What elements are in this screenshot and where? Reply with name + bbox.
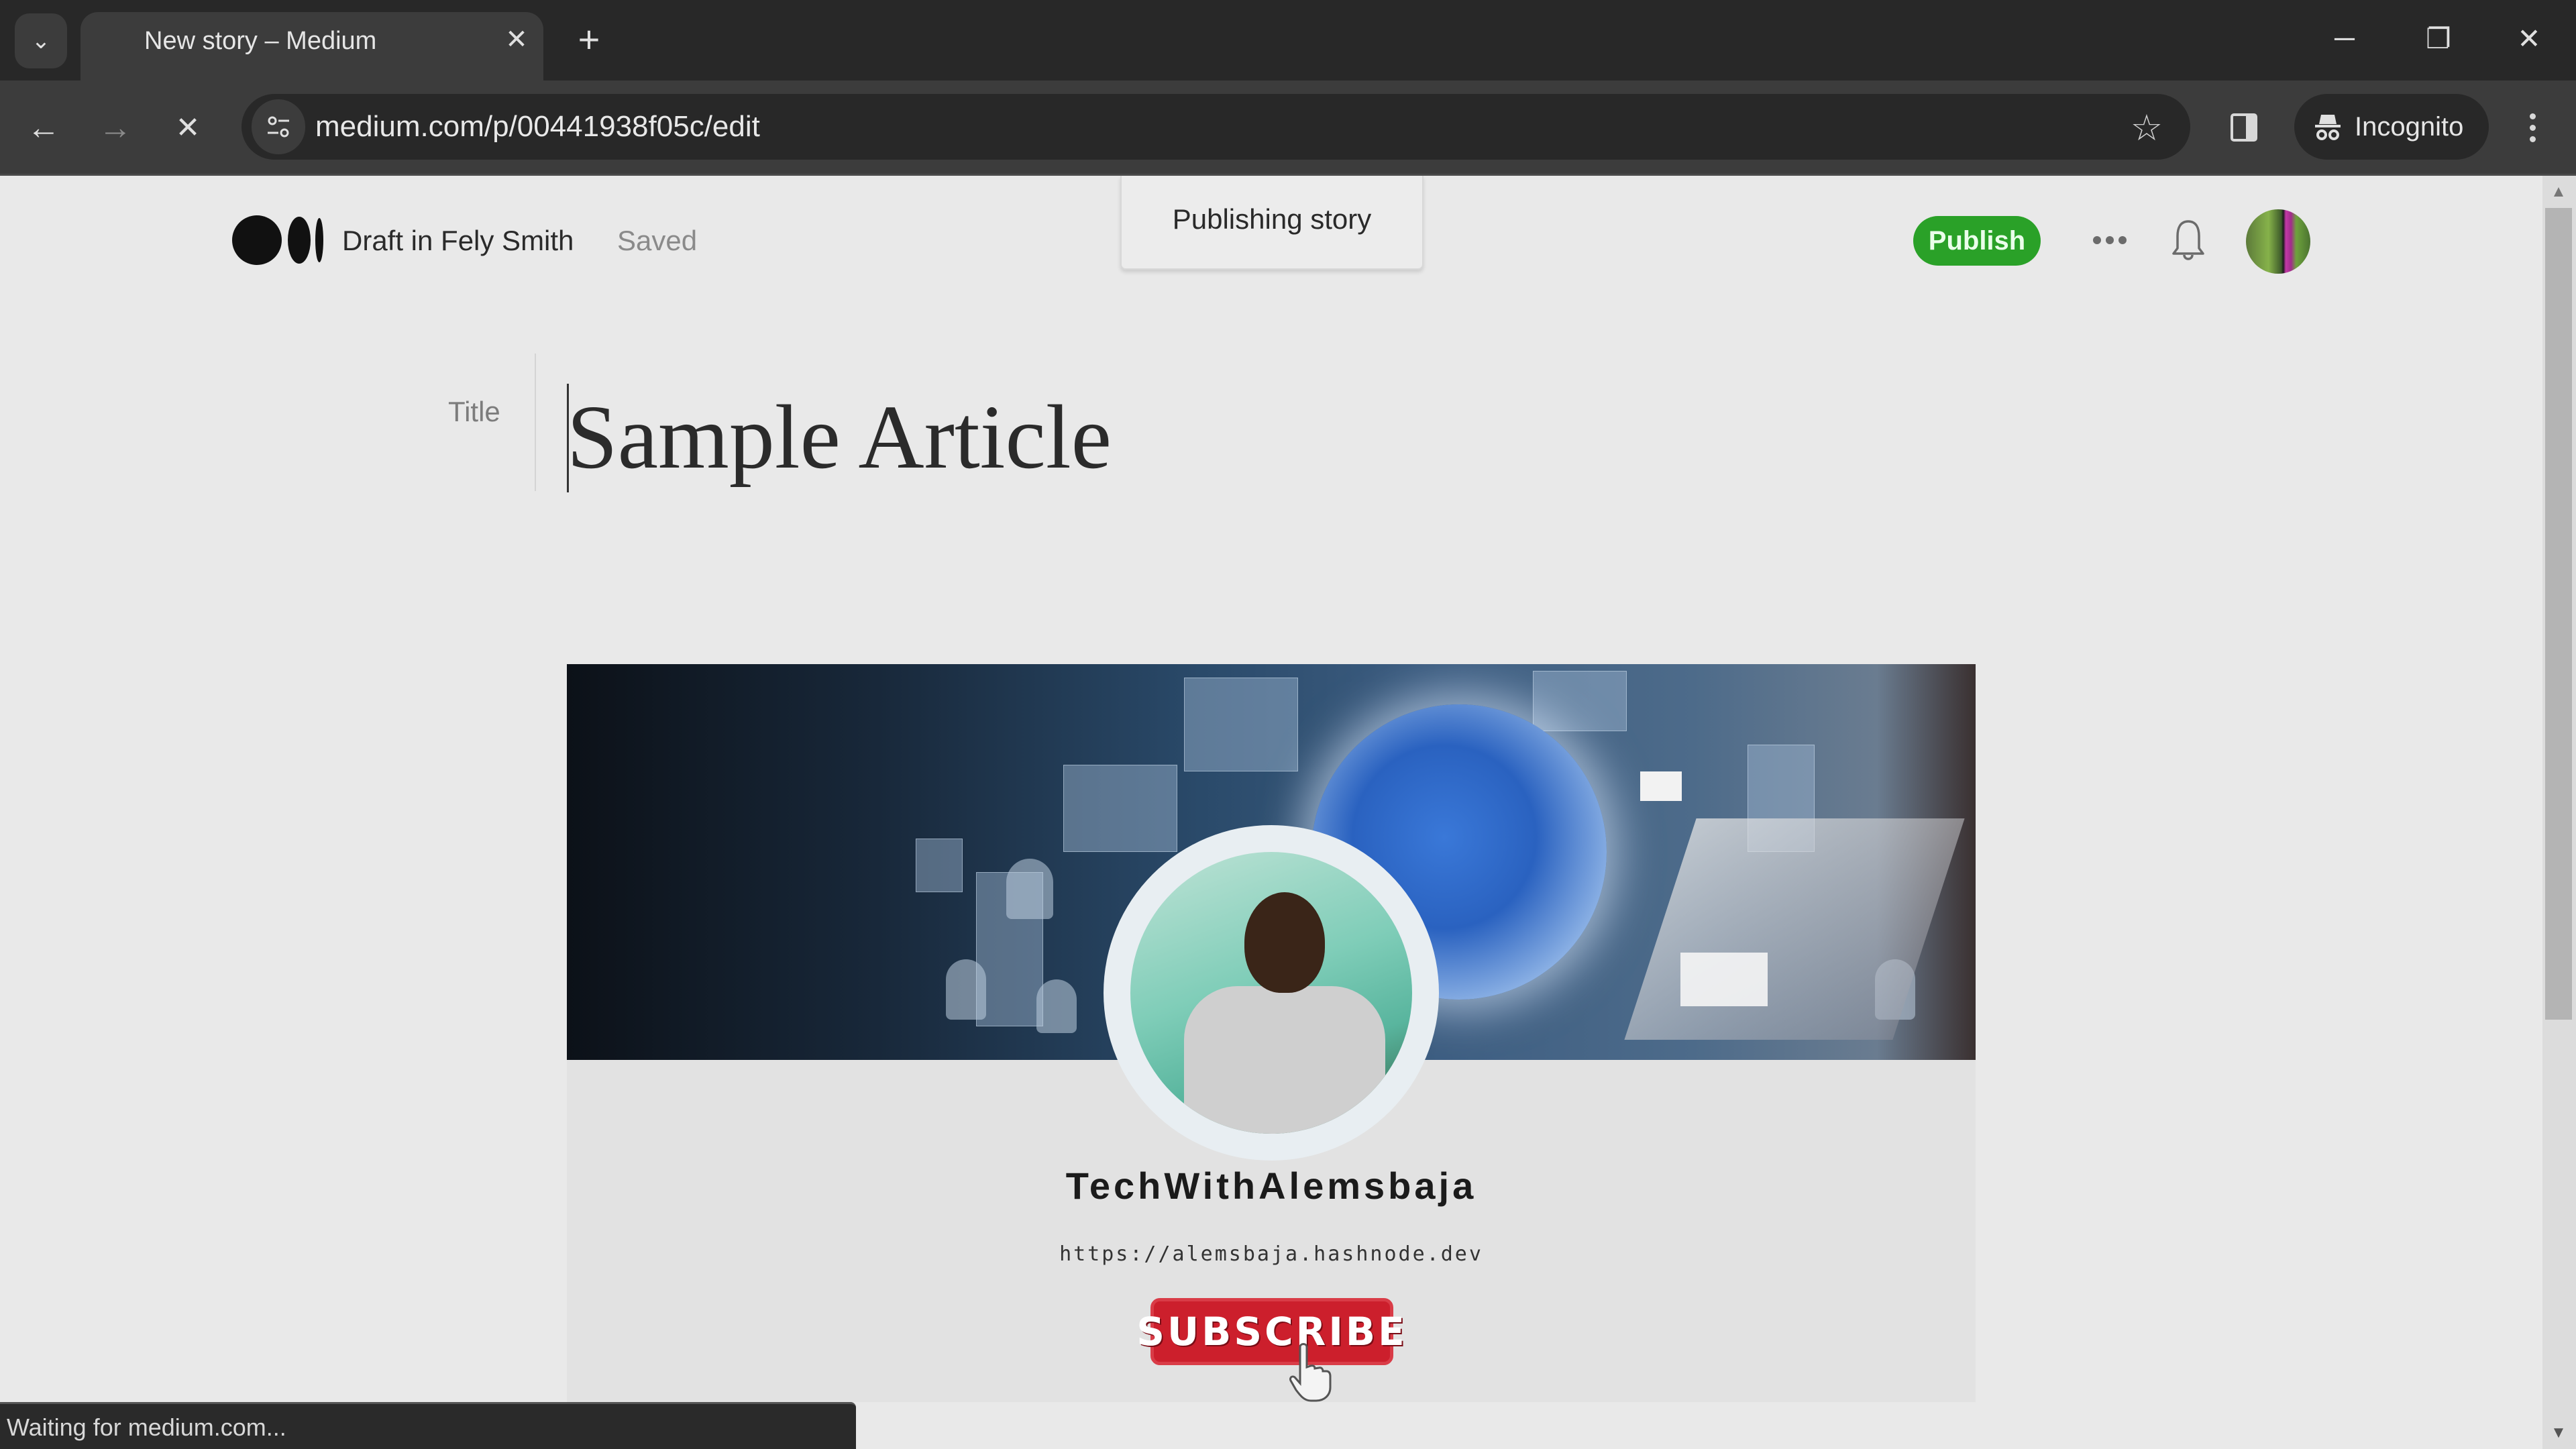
notifications-bell-icon[interactable] xyxy=(2168,215,2208,268)
envelope-icon xyxy=(1640,771,1682,801)
publishing-story-tooltip: Publishing story xyxy=(1120,176,1424,270)
minimize-button[interactable]: ─ xyxy=(2314,15,2375,62)
envelope-icon xyxy=(1680,953,1768,1006)
user-silhouette xyxy=(1036,979,1077,1033)
profile-photo xyxy=(1130,852,1412,1134)
kebab-menu-icon xyxy=(2529,113,2536,119)
subscribe-graphic: SUBSCRIBE xyxy=(1136,1298,1405,1365)
bookmark-button[interactable]: ☆ xyxy=(2120,101,2174,154)
floating-tile xyxy=(1063,765,1177,852)
title-divider xyxy=(535,354,536,491)
site-info-button[interactable] xyxy=(252,99,305,154)
scroll-up-button[interactable]: ▲ xyxy=(2545,180,2572,204)
text-caret xyxy=(567,384,569,492)
channel-url: https://alemsbaja.hashnode.dev xyxy=(1059,1242,1483,1266)
side-panel-icon xyxy=(2231,113,2257,142)
story-image[interactable]: TechWithAlemsbaja https://alemsbaja.hash… xyxy=(567,664,1976,1402)
publish-button[interactable]: Publish xyxy=(1913,216,2041,266)
scroll-down-button[interactable]: ▼ xyxy=(2545,1421,2572,1445)
more-options-button[interactable] xyxy=(2090,225,2130,256)
incognito-icon xyxy=(2315,115,2341,140)
back-button[interactable]: ← xyxy=(17,101,70,154)
chevron-down-icon: ⌄ xyxy=(31,28,51,54)
user-silhouette xyxy=(1006,859,1053,919)
forward-button[interactable]: → xyxy=(89,101,142,154)
floating-tile xyxy=(1533,671,1627,731)
medium-logo[interactable] xyxy=(231,215,325,266)
arrow-left-icon: ← xyxy=(27,109,60,146)
triangle-up-icon: ▲ xyxy=(2551,182,2567,201)
browser-menu-button[interactable] xyxy=(2509,101,2556,154)
new-tab-button[interactable]: + xyxy=(570,17,608,60)
stop-loading-icon: ✕ xyxy=(175,111,201,144)
user-silhouette xyxy=(946,959,986,1020)
stop-loading-button[interactable]: ✕ xyxy=(161,101,215,154)
tab-search-button[interactable]: ⌄ xyxy=(15,13,67,68)
hand-pointer-icon xyxy=(1289,1343,1332,1402)
plus-icon: + xyxy=(578,17,600,60)
floating-tile xyxy=(1184,678,1298,771)
draft-location: Draft in Fely Smith xyxy=(342,225,574,256)
incognito-profile-button[interactable]: Incognito xyxy=(2294,94,2489,160)
window-close-button[interactable]: ✕ xyxy=(2499,15,2559,62)
close-icon: ✕ xyxy=(505,25,528,54)
side-panel-button[interactable] xyxy=(2217,101,2271,154)
person-shirt xyxy=(1184,986,1385,1134)
arrow-right-icon: → xyxy=(99,109,132,146)
tab-close-button[interactable]: ✕ xyxy=(500,23,533,56)
restore-icon: ❐ xyxy=(2426,22,2451,54)
story-title-input[interactable]: Sample Article xyxy=(567,384,1112,491)
user-avatar[interactable] xyxy=(2246,209,2310,274)
more-dots-icon xyxy=(2093,236,2101,244)
incognito-label: Incognito xyxy=(2355,111,2464,142)
publishing-story-label: Publishing story xyxy=(1172,203,1372,235)
tune-icon xyxy=(268,116,289,138)
title-field-label: Title xyxy=(448,396,500,427)
floating-tile xyxy=(916,839,963,892)
restore-button[interactable]: ❐ xyxy=(2408,15,2469,62)
channel-name: TechWithAlemsbaja xyxy=(1065,1165,1477,1207)
minimize-icon: ─ xyxy=(2334,22,2355,54)
triangle-down-icon: ▼ xyxy=(2551,1424,2567,1442)
tab-title: New story – Medium xyxy=(144,27,377,55)
person-head xyxy=(1244,892,1325,993)
save-status: Saved xyxy=(617,225,698,256)
url-text[interactable]: medium.com/p/00441938f05c/edit xyxy=(315,110,760,144)
status-bubble: Waiting for medium.com... xyxy=(0,1402,856,1449)
close-icon: ✕ xyxy=(2517,22,2541,54)
scrollbar-thumb[interactable] xyxy=(2545,208,2572,1020)
star-icon: ☆ xyxy=(2130,107,2163,148)
